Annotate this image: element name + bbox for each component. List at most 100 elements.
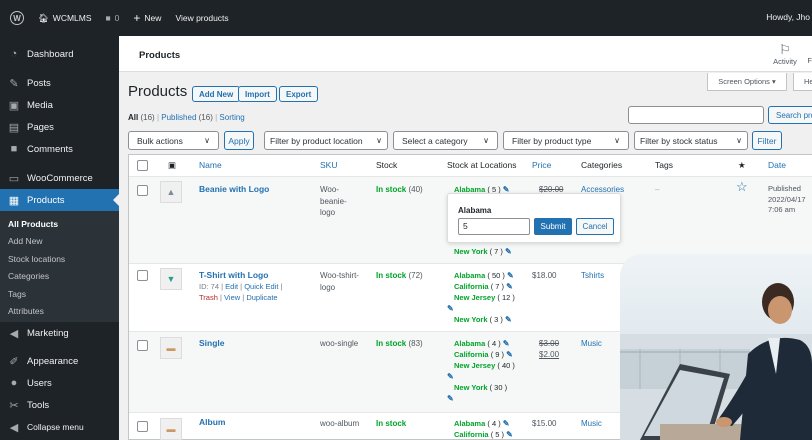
chevron-down-icon: ∨	[614, 136, 620, 145]
quick-edit-link[interactable]: Quick Edit	[244, 282, 278, 291]
menu-comments[interactable]: ■ Comments	[0, 138, 119, 160]
page-icon: ▤	[8, 121, 20, 134]
product-thumbnail[interactable]: ▲	[160, 181, 182, 203]
location-name: California	[454, 282, 489, 291]
menu-tools[interactable]: ✂ Tools	[0, 394, 119, 416]
activity-label: Activity	[773, 57, 797, 66]
edit-stock-icon[interactable]: ✎	[506, 350, 513, 359]
menu-users[interactable]: ● Users	[0, 372, 119, 394]
admin-sidebar: ◔ Dashboard ✎ Posts ▣ Media ▤ Pages ■ Comment…	[0, 36, 119, 440]
product-type-filter-select[interactable]: Filter by product type ∨	[503, 131, 629, 150]
search-input[interactable]	[628, 106, 764, 124]
column-sku[interactable]: SKU	[320, 155, 337, 176]
edit-stock-icon[interactable]: ✎	[507, 271, 514, 280]
category-link[interactable]: Music	[581, 338, 602, 350]
edit-stock-icon[interactable]: ✎	[447, 304, 454, 313]
submit-button[interactable]: Submit	[534, 218, 572, 235]
date-value: 2022/04/17	[768, 194, 806, 204]
edit-link[interactable]: Edit	[225, 282, 238, 291]
edit-stock-icon[interactable]: ✎	[447, 372, 454, 381]
product-id: ID: 74 |	[199, 282, 224, 291]
view-sorting[interactable]: Sorting	[219, 113, 244, 122]
howdy-account[interactable]: Howdy, Jho	[766, 12, 810, 22]
bulk-actions-select[interactable]: Bulk actions ∨	[128, 131, 219, 150]
category-link[interactable]: Music	[581, 418, 602, 430]
product-type-filter-value: Filter by product type	[512, 135, 592, 146]
separator: |	[220, 293, 222, 302]
finish-setup-button[interactable]: F	[807, 56, 812, 65]
activity-button[interactable]: ⚐ Activity	[765, 43, 805, 67]
select-all-checkbox[interactable]	[137, 160, 148, 171]
comments-link[interactable]: ■ 0	[106, 13, 120, 23]
menu-media[interactable]: ▣ Media	[0, 94, 119, 116]
submenu-stock-locations[interactable]: Stock locations	[0, 250, 119, 268]
location-count: ( 9 )	[490, 350, 505, 359]
stock-status: In stock	[376, 339, 407, 348]
edit-stock-icon[interactable]: ✎	[506, 430, 513, 439]
product-thumbnail[interactable]: ▬	[160, 337, 182, 359]
location-line: New Jersey ( 12 )	[447, 292, 531, 303]
product-thumbnail[interactable]: ▬	[160, 418, 182, 440]
category-filter-select[interactable]: Select a category ∨	[393, 131, 498, 150]
view-all-count: (16)	[140, 113, 155, 122]
add-new-button[interactable]: Add New	[192, 86, 241, 102]
view-link[interactable]: View	[224, 293, 240, 302]
edit-stock-icon[interactable]: ✎	[503, 419, 510, 428]
stock-quantity-input[interactable]: 5	[458, 218, 530, 235]
column-price[interactable]: Price	[532, 155, 551, 176]
submenu-categories[interactable]: Categories	[0, 268, 119, 286]
product-name-link[interactable]: Single	[199, 338, 225, 350]
wordpress-logo[interactable]: W	[10, 11, 24, 25]
edit-stock-icon[interactable]: ✎	[506, 282, 513, 291]
edit-stock-icon[interactable]: ✎	[505, 247, 512, 256]
submenu-add-new[interactable]: Add New	[0, 233, 119, 251]
row-checkbox[interactable]	[137, 185, 148, 196]
filter-button[interactable]: Filter	[752, 131, 782, 150]
screen-options-button[interactable]: Screen Options ▾	[707, 73, 787, 91]
duplicate-link[interactable]: Duplicate	[246, 293, 277, 302]
edit-stock-icon[interactable]: ✎	[447, 394, 454, 403]
cancel-button[interactable]: Cancel	[576, 218, 614, 235]
apply-button[interactable]: Apply	[224, 131, 254, 150]
featured-star-icon[interactable]: ☆	[736, 180, 748, 192]
menu-dashboard[interactable]: ◔ Dashboard	[0, 43, 119, 65]
site-name-link[interactable]: 🏠︎ WCMLMS	[38, 13, 92, 24]
product-name-link[interactable]: Album	[199, 417, 225, 429]
location-line: Alabama ( 4 ) ✎	[447, 338, 531, 349]
menu-posts[interactable]: ✎ Posts	[0, 72, 119, 94]
menu-pages[interactable]: ▤ Pages	[0, 116, 119, 138]
search-products-button[interactable]: Search pro	[768, 106, 812, 124]
product-thumbnail[interactable]: ▼	[160, 268, 182, 290]
row-checkbox[interactable]	[137, 270, 148, 281]
product-name-link[interactable]: Beanie with Logo	[199, 184, 269, 196]
view-all[interactable]: All	[128, 113, 138, 122]
menu-marketing[interactable]: ◀ Marketing	[0, 322, 119, 344]
menu-label: Products	[27, 194, 65, 206]
row-checkbox[interactable]	[137, 340, 148, 351]
menu-appearance[interactable]: ✐ Appearance	[0, 350, 119, 372]
import-button[interactable]: Import	[238, 86, 277, 102]
submenu-attributes[interactable]: Attributes	[0, 303, 119, 321]
new-content-link[interactable]: + New	[133, 11, 161, 25]
submenu-tags[interactable]: Tags	[0, 285, 119, 303]
category-link[interactable]: Tshirts	[581, 270, 604, 282]
collapse-menu[interactable]: ◀ Collapse menu	[0, 416, 119, 438]
menu-products[interactable]: ▦ Products	[0, 189, 119, 211]
submenu-all-products[interactable]: All Products	[0, 215, 119, 233]
help-button[interactable]: He	[793, 73, 812, 91]
view-published[interactable]: Published	[161, 113, 196, 122]
view-products-link[interactable]: View products	[175, 13, 228, 23]
export-button[interactable]: Export	[279, 86, 319, 102]
edit-stock-icon[interactable]: ✎	[503, 339, 510, 348]
stock-status-filter-select[interactable]: Filter by stock status ∨	[634, 131, 748, 150]
column-name[interactable]: Name	[199, 155, 222, 176]
archive-icon: ▦	[8, 194, 20, 207]
edit-stock-icon[interactable]: ✎	[505, 315, 512, 324]
row-checkbox[interactable]	[137, 421, 148, 432]
menu-woocommerce[interactable]: ▭ WooCommerce	[0, 167, 119, 189]
product-name-link[interactable]: T-Shirt with Logo	[199, 270, 268, 282]
trash-link[interactable]: Trash	[199, 293, 218, 302]
location-filter-select[interactable]: Filter by product location ∨	[264, 131, 388, 150]
tags-cell: –	[655, 185, 660, 194]
column-date[interactable]: Date	[768, 155, 786, 176]
